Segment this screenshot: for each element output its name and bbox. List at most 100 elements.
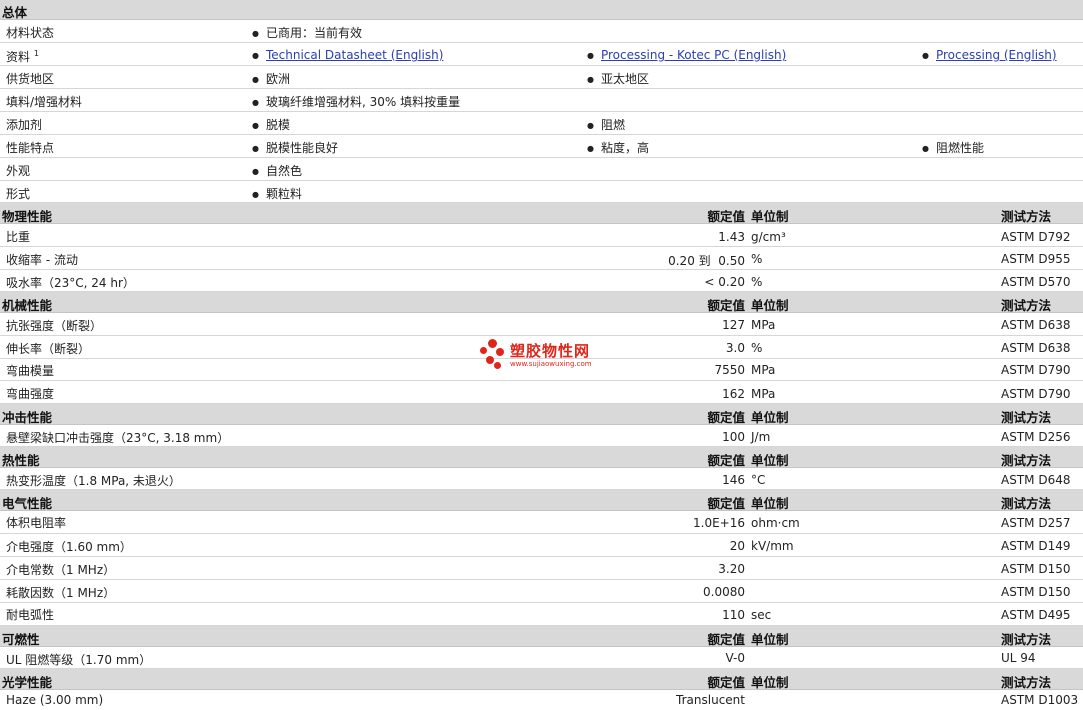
property-unit: MPa (751, 318, 776, 332)
section-header-optical: 光学性能 额定值 单位制 测试方法 (0, 669, 1083, 690)
processing-link[interactable]: Processing (English) (936, 48, 1057, 62)
general-row: 资料 1 Technical Datasheet (English) Proce… (0, 43, 1083, 66)
property-value: 127 (722, 318, 745, 332)
property-method: ASTM D570 (1001, 275, 1071, 289)
property-value: 3.20 (718, 562, 745, 576)
watermark-dot (486, 356, 494, 364)
property-value: 3.0 (725, 341, 745, 355)
processing-link-item[interactable]: Processing (English) (922, 48, 1057, 62)
section-title: 物理性能 (2, 209, 53, 224)
property-row: 体积电阻率 1.0E+16 ohm·cm ASTM D257 (0, 511, 1083, 534)
processing-kotec-link[interactable]: Processing - Kotec PC (English) (601, 48, 786, 62)
property-label: 比重 (6, 230, 31, 244)
property-method: ASTM D955 (1001, 252, 1071, 266)
datasheet-link-item[interactable]: Technical Datasheet (English) (252, 48, 443, 62)
section-header-electrical: 电气性能 额定值 单位制 测试方法 (0, 490, 1083, 511)
property-method: ASTM D790 (1001, 387, 1071, 401)
processing-kotec-link-item[interactable]: Processing - Kotec PC (English) (587, 48, 786, 62)
property-label: 体积电阻率 (6, 516, 67, 530)
watermark-url: www.sujiaowuxing.com (510, 360, 592, 368)
row-label: 外观 (6, 164, 31, 178)
property-method: UL 94 (1001, 651, 1036, 665)
property-row: 收缩率 - 流动 0.20 到 0.50 % ASTM D955 (0, 247, 1083, 270)
property-method: ASTM D149 (1001, 539, 1071, 553)
watermark-logo: 塑胶物性网 www.sujiaowuxing.com (478, 338, 618, 372)
property-method: ASTM D1003 (1001, 693, 1079, 707)
property-value: 0.20 到 0.50 (668, 254, 745, 268)
row-label: 添加剂 (6, 118, 43, 132)
section-header-flammability: 可燃性 额定值 单位制 测试方法 (0, 626, 1083, 647)
col-value-header: 额定值 (707, 632, 745, 647)
row-label: 性能特点 (6, 141, 55, 155)
general-row: 外观 自然色 (0, 158, 1083, 181)
property-label: 吸水率（23°C, 24 hr） (6, 276, 135, 290)
property-unit: °C (751, 473, 766, 487)
property-method: ASTM D257 (1001, 516, 1071, 530)
property-value: Translucent (676, 693, 745, 707)
property-value: 146 (722, 473, 745, 487)
section-title: 光学性能 (2, 675, 53, 690)
general-row: 填料/增强材料 玻璃纤维增强材料, 30% 填料按重量 (0, 89, 1083, 112)
watermark-text: 塑胶物性网 (510, 342, 591, 360)
property-label: 弯曲模量 (6, 364, 55, 378)
bullet-item: 亚太地区 (587, 70, 649, 87)
property-method: ASTM D790 (1001, 363, 1071, 377)
bullet-item: 欧洲 (252, 70, 290, 87)
watermark-dot (480, 347, 487, 354)
section-title: 机械性能 (2, 298, 53, 313)
bullet-item: 脱模 (252, 116, 290, 133)
general-title: 总体 (2, 5, 28, 20)
row-label: 资料 1 (6, 49, 39, 64)
row-label: 材料状态 (6, 26, 55, 40)
property-row: 耗散因数（1 MHz） 0.0080 ASTM D150 (0, 580, 1083, 603)
section-header-physical: 物理性能 额定值 单位制 测试方法 (0, 203, 1083, 224)
property-label: 介电强度（1.60 mm） (6, 540, 132, 554)
property-row: Haze (3.00 mm) Translucent ASTM D1003 (0, 690, 1083, 710)
property-unit: ohm·cm (751, 516, 800, 530)
col-method-header: 测试方法 (1001, 209, 1052, 224)
general-row: 性能特点 脱模性能良好 粘度，高 阻燃性能 (0, 135, 1083, 158)
col-value-header: 额定值 (707, 453, 745, 468)
property-unit: kV/mm (751, 539, 794, 553)
section-title: 可燃性 (2, 632, 40, 647)
property-label: 悬壁梁缺口冲击强度（23°C, 3.18 mm） (6, 431, 230, 445)
property-label: 介电常数（1 MHz） (6, 563, 116, 577)
bullet-item: 颗粒料 (252, 185, 302, 202)
property-label: 抗张强度（断裂） (6, 319, 103, 333)
row-label: 供货地区 (6, 72, 55, 86)
property-value: < 0.20 (704, 275, 745, 289)
property-label: 伸长率（断裂） (6, 342, 91, 356)
bullet-item: 自然色 (252, 162, 302, 179)
property-value: V-0 (725, 651, 745, 665)
property-label: Haze (3.00 mm) (6, 693, 104, 707)
bullet-item: 阻燃 (587, 116, 625, 133)
property-value: 1.43 (718, 230, 745, 244)
section-title: 冲击性能 (2, 410, 53, 425)
property-row: 热变形温度（1.8 MPa, 未退火） 146 °C ASTM D648 (0, 468, 1083, 490)
property-unit: g/cm³ (751, 230, 786, 244)
col-value-header: 额定值 (707, 209, 745, 224)
property-method: ASTM D495 (1001, 608, 1071, 622)
col-method-header: 测试方法 (1001, 675, 1052, 690)
col-value-header: 额定值 (707, 675, 745, 690)
bullet-item: 粘度，高 (587, 139, 649, 156)
property-method: ASTM D648 (1001, 473, 1071, 487)
col-method-header: 测试方法 (1001, 453, 1052, 468)
property-row: 耐电弧性 110 sec ASTM D495 (0, 603, 1083, 626)
property-row: 吸水率（23°C, 24 hr） < 0.20 % ASTM D570 (0, 270, 1083, 292)
property-method: ASTM D150 (1001, 585, 1071, 599)
col-unit-header: 单位制 (751, 410, 789, 425)
general-header: 总体 (0, 0, 1083, 20)
technical-datasheet-link[interactable]: Technical Datasheet (English) (266, 48, 443, 62)
property-row: 介电强度（1.60 mm） 20 kV/mm ASTM D149 (0, 534, 1083, 557)
general-row: 添加剂 脱模 阻燃 (0, 112, 1083, 135)
watermark-dot (488, 339, 497, 348)
col-unit-header: 单位制 (751, 209, 789, 224)
property-method: ASTM D638 (1001, 341, 1071, 355)
property-row: UL 阻燃等级（1.70 mm） V-0 UL 94 (0, 647, 1083, 669)
property-row: 悬壁梁缺口冲击强度（23°C, 3.18 mm） 100 J/m ASTM D2… (0, 425, 1083, 447)
property-unit: sec (751, 608, 772, 622)
property-value: 0.0080 (703, 585, 745, 599)
property-label: 弯曲强度 (6, 387, 55, 401)
property-value: 1.0E+16 (693, 516, 745, 530)
